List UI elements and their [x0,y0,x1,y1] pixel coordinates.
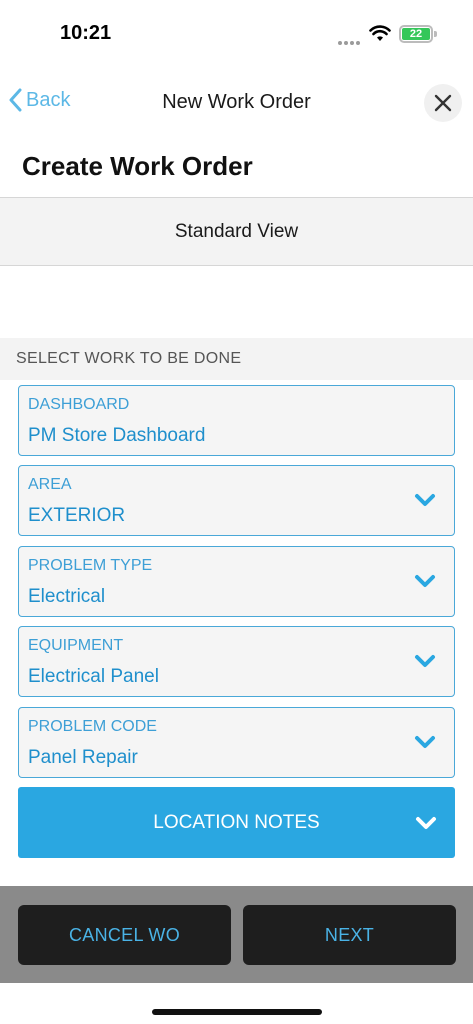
status-time: 10:21 [60,22,112,44]
problem-type-value: Electrical [28,586,106,607]
close-button[interactable] [424,84,462,122]
status-bar: 10:21 22 [0,0,473,70]
dashboard-label: DASHBOARD [28,396,130,413]
close-icon [434,94,452,112]
nav-title: New Work Order [162,91,311,113]
chevron-down-icon [415,575,435,587]
problem-code-select[interactable]: PROBLEM CODE Panel Repair [18,707,455,778]
equipment-value: Electrical Panel [28,666,159,687]
dashboard-field[interactable]: DASHBOARD PM Store Dashboard [18,385,455,456]
equipment-select[interactable]: EQUIPMENT Electrical Panel [18,626,455,697]
problem-type-label: PROBLEM TYPE [28,557,153,574]
chevron-down-icon [416,817,436,829]
chevron-down-icon [415,736,435,748]
section-header: SELECT WORK TO BE DONE [0,338,473,380]
chevron-down-icon [415,494,435,506]
area-value: EXTERIOR [28,505,126,526]
problem-code-value: Panel Repair [28,747,138,768]
next-button[interactable]: NEXT [243,905,456,965]
navigation-bar: Back New Work Order [0,78,473,128]
signal-dots-icon [338,32,362,45]
home-indicator[interactable] [152,1009,322,1015]
battery-icon: 22 [399,25,433,43]
location-notes-button[interactable]: LOCATION NOTES [18,787,455,858]
area-select[interactable]: AREA EXTERIOR [18,465,455,536]
area-label: AREA [28,476,72,493]
standard-view-toggle[interactable]: Standard View [0,197,473,266]
battery-level: 22 [409,28,423,40]
chevron-down-icon [415,655,435,667]
problem-type-select[interactable]: PROBLEM TYPE Electrical [18,546,455,617]
footer-bar: CANCEL WO NEXT [0,886,473,983]
location-notes-label: LOCATION NOTES [153,811,320,833]
battery-tip [434,31,437,37]
wifi-icon [369,25,391,41]
cancel-wo-button[interactable]: CANCEL WO [18,905,231,965]
equipment-label: EQUIPMENT [28,637,124,654]
page-title: Create Work Order [22,151,253,181]
problem-code-label: PROBLEM CODE [28,718,157,735]
dashboard-value: PM Store Dashboard [28,425,206,446]
